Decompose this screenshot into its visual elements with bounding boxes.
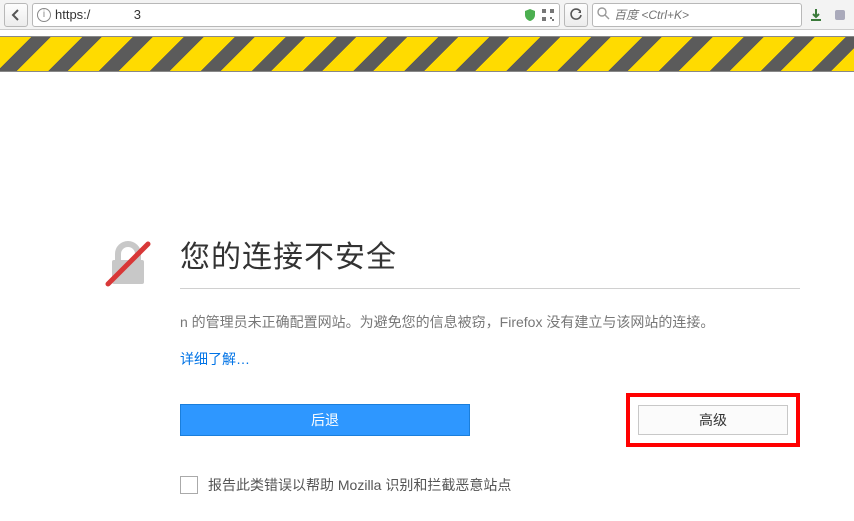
- reload-button[interactable]: [564, 3, 588, 27]
- url-bar[interactable]: i: [32, 3, 560, 27]
- url-input[interactable]: [55, 7, 519, 22]
- search-icon: [597, 7, 610, 23]
- report-checkbox[interactable]: [180, 476, 198, 494]
- report-label: 报告此类错误以帮助 Mozilla 识别和拦截恶意站点: [208, 475, 511, 495]
- info-icon[interactable]: i: [37, 8, 51, 22]
- insecure-lock-icon: [100, 236, 156, 292]
- reload-icon: [569, 8, 583, 22]
- learn-more-link[interactable]: 详细了解…: [180, 349, 800, 369]
- shield-icon[interactable]: [523, 8, 537, 22]
- error-message: n 的管理员未正确配置网站。为避免您的信息被窃，Firefox 没有建立与该网站…: [180, 311, 800, 333]
- warning-stripe: [0, 36, 854, 72]
- downloads-button[interactable]: [806, 5, 826, 25]
- search-input[interactable]: [614, 8, 797, 22]
- advanced-button[interactable]: 高级: [638, 405, 788, 435]
- search-bar[interactable]: [592, 3, 802, 27]
- browser-toolbar: i: [0, 0, 854, 30]
- page-title: 您的连接不安全: [180, 232, 800, 289]
- go-back-button[interactable]: 后退: [180, 404, 470, 436]
- qr-icon[interactable]: [541, 8, 555, 22]
- advanced-highlight-box: 高级: [626, 393, 800, 447]
- button-row: 后退 高级: [180, 393, 800, 447]
- extension-button[interactable]: [830, 5, 850, 25]
- back-button[interactable]: [4, 3, 28, 27]
- error-content: 您的连接不安全 n 的管理员未正确配置网站。为避免您的信息被窃，Firefox …: [0, 72, 854, 495]
- puzzle-icon: [832, 7, 848, 23]
- error-text-column: 您的连接不安全 n 的管理员未正确配置网站。为避免您的信息被窃，Firefox …: [180, 232, 800, 495]
- report-row: 报告此类错误以帮助 Mozilla 识别和拦截恶意站点: [180, 475, 800, 495]
- arrow-left-icon: [9, 8, 23, 22]
- lock-icon-column: [100, 232, 180, 495]
- download-icon: [808, 7, 824, 23]
